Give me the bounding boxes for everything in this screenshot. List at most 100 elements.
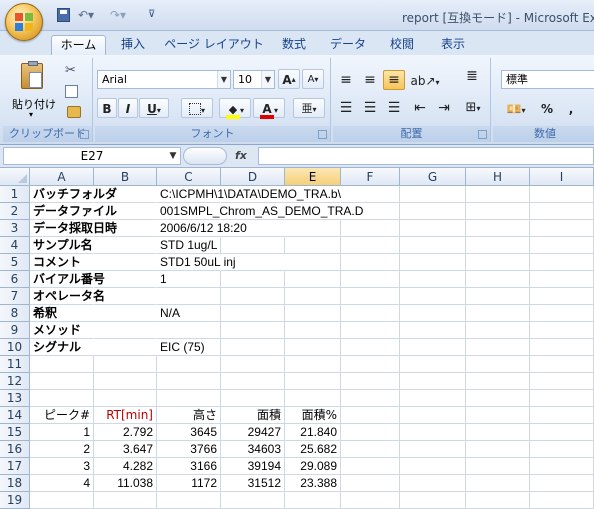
italic-button[interactable]: I <box>118 98 138 118</box>
cell-h[interactable] <box>466 271 530 288</box>
cell-c[interactable] <box>157 288 221 305</box>
name-box[interactable]: E27 <box>3 147 181 165</box>
cell-f[interactable] <box>341 441 400 458</box>
cell-a[interactable]: 3 <box>30 458 94 475</box>
cell-c[interactable]: 高さ <box>157 407 221 424</box>
underline-button[interactable]: U▾ <box>139 98 169 118</box>
cell-b[interactable] <box>94 339 157 356</box>
cell-a[interactable] <box>30 390 94 407</box>
cell-b[interactable] <box>94 186 157 203</box>
cell-d[interactable]: 31512 <box>221 475 285 492</box>
wrap-text-icon[interactable]: ≣ <box>461 66 483 86</box>
cell-a[interactable] <box>30 356 94 373</box>
cell-b[interactable] <box>94 254 157 271</box>
cell-a[interactable]: データファイル <box>30 203 117 220</box>
cell-b[interactable] <box>94 220 157 237</box>
insert-function-icon[interactable]: fx <box>235 147 255 165</box>
font-color-button[interactable]: A ▾ <box>253 98 285 119</box>
currency-icon[interactable]: 💴▾ <box>501 98 531 118</box>
cell-h[interactable] <box>466 492 530 509</box>
tab-data[interactable]: データ <box>325 35 371 55</box>
cell-i[interactable] <box>530 458 594 475</box>
cell-g[interactable] <box>400 356 466 373</box>
cell-f[interactable] <box>341 339 400 356</box>
column-header-b[interactable]: B <box>94 168 157 186</box>
row-header[interactable]: 14 <box>0 407 30 424</box>
decrease-indent-icon[interactable]: ⇤ <box>409 98 431 118</box>
cell-i[interactable] <box>530 220 594 237</box>
cell-f[interactable] <box>341 424 400 441</box>
cell-g[interactable] <box>400 492 466 509</box>
cell-g[interactable] <box>400 390 466 407</box>
cell-c[interactable]: C:\ICPMH\1\DATA\DEMO_TRA.b\ <box>157 186 341 203</box>
cell-i[interactable] <box>530 390 594 407</box>
cell-g[interactable] <box>400 254 466 271</box>
cell-g[interactable] <box>400 475 466 492</box>
cell-h[interactable] <box>466 237 530 254</box>
cell-b[interactable]: 3.647 <box>94 441 157 458</box>
cell-e[interactable] <box>285 305 341 322</box>
cell-e[interactable] <box>285 237 341 254</box>
cell-i[interactable] <box>530 186 594 203</box>
cell-e[interactable]: 21.840 <box>285 424 341 441</box>
cell-f[interactable] <box>341 458 400 475</box>
cell-b[interactable] <box>94 305 157 322</box>
cell-a[interactable]: サンプル名 <box>30 237 94 254</box>
align-bottom-icon[interactable]: ≡ <box>383 70 405 90</box>
clipboard-launcher-icon[interactable] <box>80 130 89 139</box>
cell-h[interactable] <box>466 424 530 441</box>
align-center-icon[interactable]: ☰ <box>359 98 381 118</box>
row-header[interactable]: 16 <box>0 441 30 458</box>
cell-f[interactable] <box>341 356 400 373</box>
cell-i[interactable] <box>530 322 594 339</box>
cell-i[interactable] <box>530 475 594 492</box>
cell-b[interactable]: 11.038 <box>94 475 157 492</box>
cell-e[interactable] <box>285 322 341 339</box>
cell-c[interactable] <box>157 356 221 373</box>
cell-g[interactable] <box>400 322 466 339</box>
cell-f[interactable] <box>341 492 400 509</box>
cell-g[interactable] <box>400 271 466 288</box>
tab-view[interactable]: 表示 <box>434 35 472 55</box>
alignment-launcher-icon[interactable] <box>478 130 487 139</box>
cell-e[interactable] <box>285 254 341 271</box>
cell-d[interactable]: 面積 <box>221 407 285 424</box>
cell-i[interactable] <box>530 254 594 271</box>
row-header[interactable]: 13 <box>0 390 30 407</box>
cell-d[interactable] <box>221 492 285 509</box>
column-header-c[interactable]: C <box>157 168 221 186</box>
column-header-d[interactable]: D <box>221 168 285 186</box>
cell-e[interactable] <box>285 288 341 305</box>
cell-f[interactable] <box>341 220 400 237</box>
cell-a[interactable]: コメント <box>30 254 94 271</box>
formula-input[interactable] <box>258 147 594 165</box>
cell-h[interactable] <box>466 288 530 305</box>
cell-d[interactable] <box>221 254 285 271</box>
redo-icon[interactable]: ↷▾ <box>110 8 132 22</box>
row-header[interactable]: 17 <box>0 458 30 475</box>
cell-c[interactable]: N/A <box>157 305 221 322</box>
office-button[interactable] <box>5 3 43 41</box>
column-header-f[interactable]: F <box>341 168 400 186</box>
customize-qat-icon[interactable]: ⊽ <box>148 8 158 22</box>
cell-h[interactable] <box>466 356 530 373</box>
cell-g[interactable] <box>400 458 466 475</box>
cell-c[interactable]: 1 <box>157 271 221 288</box>
copy-icon[interactable] <box>65 85 78 98</box>
cell-d[interactable] <box>221 203 285 220</box>
cell-i[interactable] <box>530 288 594 305</box>
cell-b[interactable] <box>94 322 157 339</box>
cell-f[interactable] <box>341 237 400 254</box>
cut-icon[interactable]: ✂ <box>65 63 81 79</box>
cell-f[interactable] <box>341 305 400 322</box>
cell-e[interactable]: 25.682 <box>285 441 341 458</box>
row-header[interactable]: 2 <box>0 203 30 220</box>
cell-d[interactable] <box>221 390 285 407</box>
cell-e[interactable] <box>285 271 341 288</box>
cell-f[interactable] <box>341 288 400 305</box>
cell-a[interactable]: ピーク# <box>30 407 94 424</box>
increase-indent-icon[interactable]: ⇥ <box>433 98 455 118</box>
cell-f[interactable] <box>341 407 400 424</box>
cell-c[interactable]: 2006/6/12 18:20 <box>157 220 247 237</box>
cell-f[interactable] <box>341 390 400 407</box>
